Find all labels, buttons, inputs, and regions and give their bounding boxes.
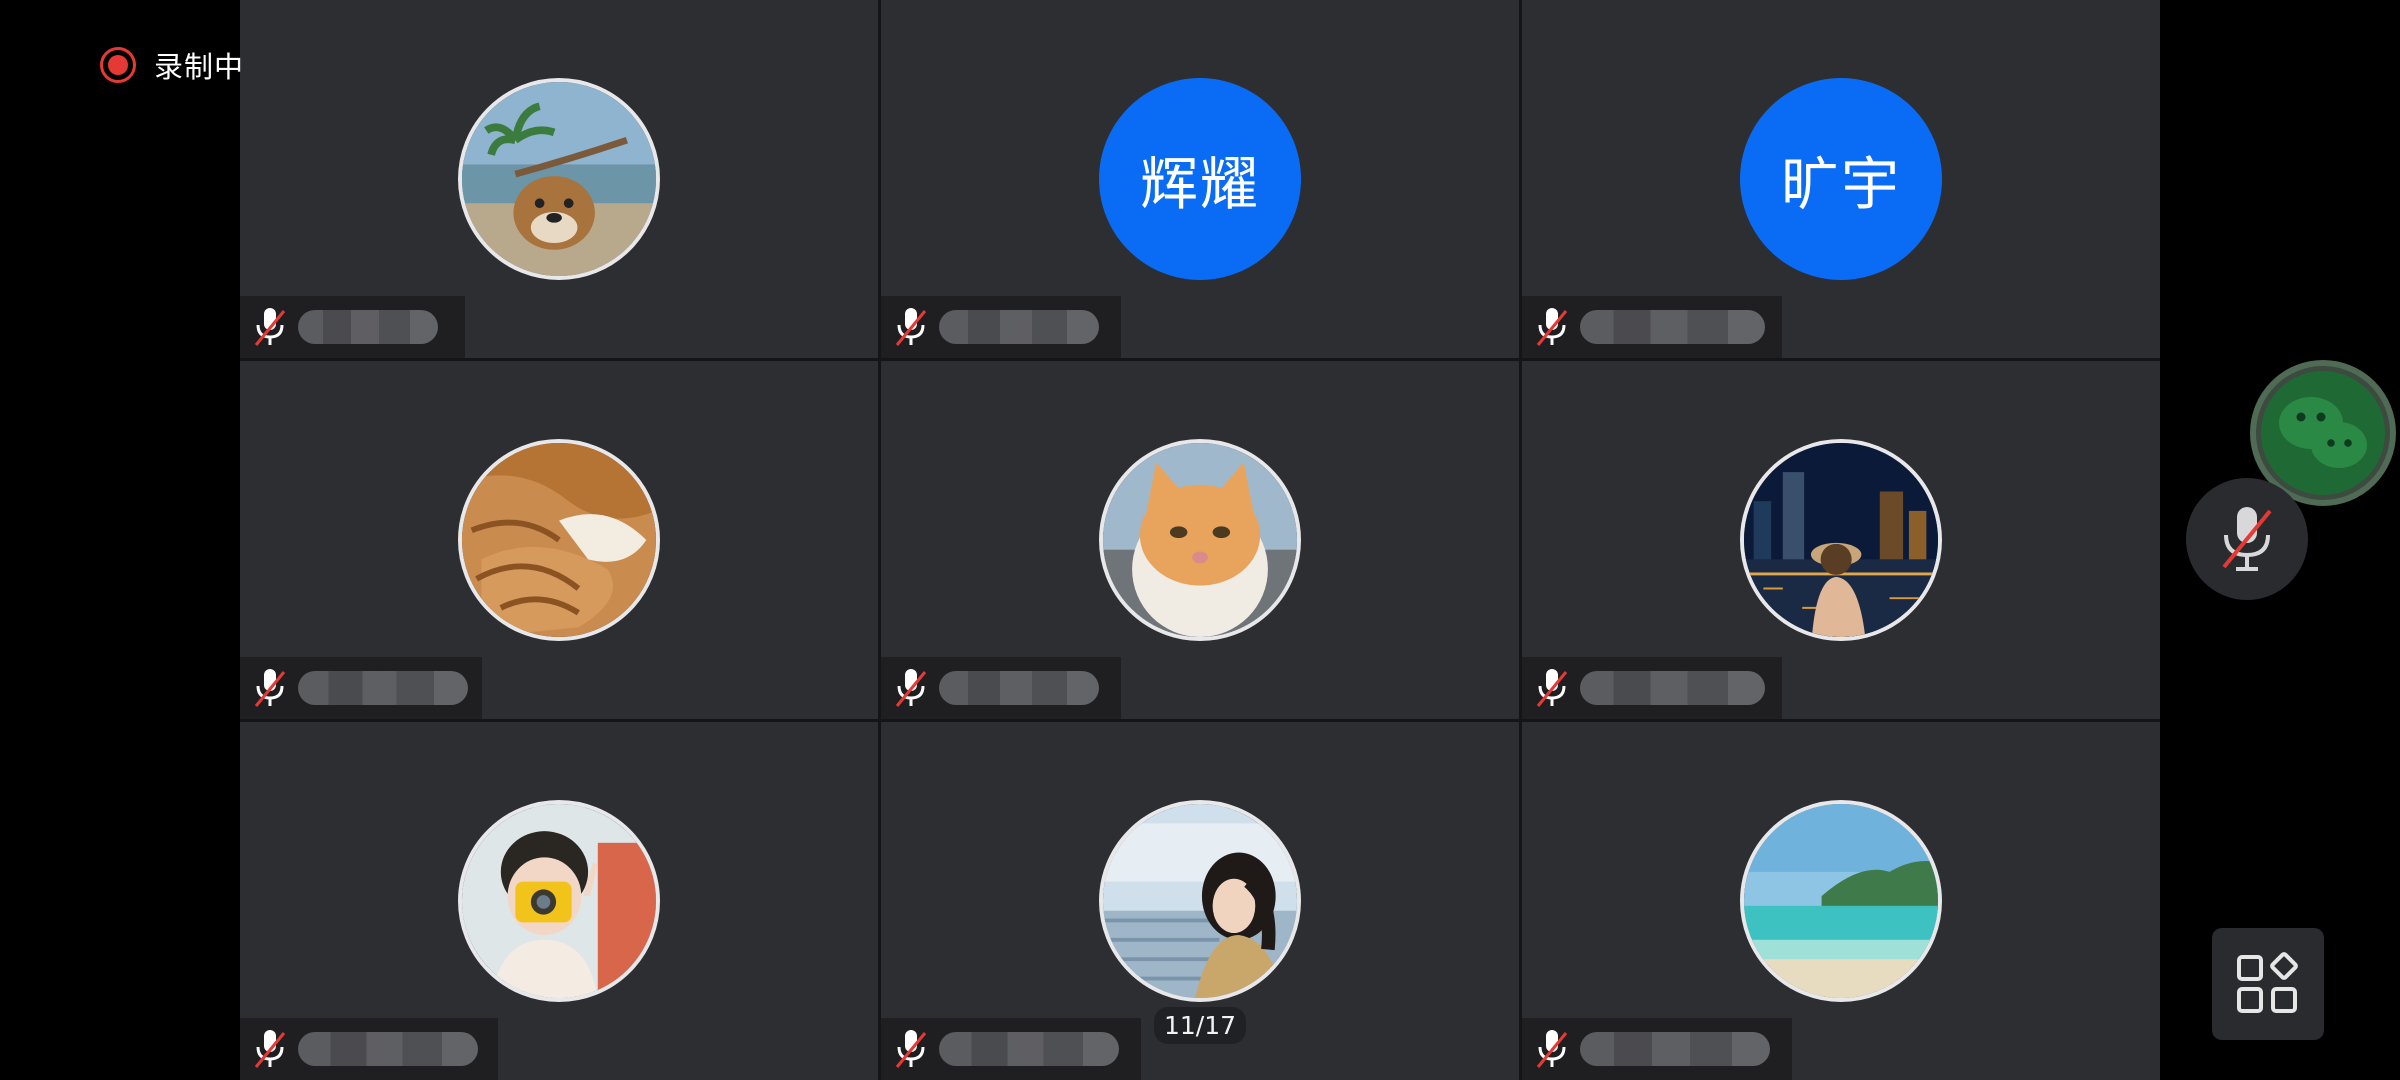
participant-name-blurred [298, 671, 468, 705]
participant-name-bar [881, 1018, 1141, 1080]
night-city-person-icon [1740, 439, 1942, 641]
participant-tile[interactable]: 11/17 [881, 722, 1519, 1080]
record-icon [100, 47, 136, 83]
participant-avatar: 旷宇 [1740, 78, 1942, 280]
participant-name-bar [240, 296, 465, 358]
mic-muted-icon [1536, 308, 1568, 346]
mic-muted-icon [254, 1030, 286, 1068]
participant-avatar: 辉耀 [1099, 78, 1301, 280]
participant-name-blurred [939, 671, 1099, 705]
participant-tile[interactable]: 旷宇 [1522, 0, 2160, 358]
participant-name-blurred [939, 1032, 1119, 1066]
mic-muted-icon [895, 308, 927, 346]
mic-muted-icon [254, 669, 286, 707]
participant-tile[interactable]: 辉耀 [881, 0, 1519, 358]
participant-name-bar [240, 1018, 498, 1080]
mic-muted-icon [895, 1030, 927, 1068]
meeting-screen: 录制中 辉耀 旷宇 11/17 [0, 0, 2400, 1080]
participant-name-blurred [939, 310, 1099, 344]
participant-name-bar [1522, 1018, 1792, 1080]
participant-name-bar [881, 296, 1121, 358]
layout-switch-button[interactable] [2212, 928, 2324, 1040]
participant-name-blurred [298, 310, 438, 344]
mic-muted-icon [1536, 1030, 1568, 1068]
participant-tile[interactable] [1522, 361, 2160, 719]
participant-name-blurred [1580, 310, 1765, 344]
mic-muted-icon [895, 669, 927, 707]
participant-tile[interactable] [240, 361, 878, 719]
girl-stadium-icon [1099, 800, 1301, 1002]
participant-tile[interactable] [240, 722, 878, 1080]
recording-indicator: 录制中 [100, 44, 244, 86]
mic-muted-icon [1536, 669, 1568, 707]
participant-name-blurred [298, 1032, 478, 1066]
recording-label: 录制中 [154, 50, 245, 84]
participant-name-blurred [1580, 671, 1765, 705]
palm-tree-dog-icon [458, 78, 660, 280]
mic-muted-icon [2222, 507, 2272, 571]
participant-tile[interactable] [881, 361, 1519, 719]
participant-name-bar [881, 657, 1121, 719]
participant-tile[interactable] [1522, 722, 2160, 1080]
participant-name-bar [1522, 657, 1782, 719]
mic-toggle-button[interactable] [2186, 478, 2308, 600]
participant-name-blurred [1580, 1032, 1770, 1066]
page-indicator: 11/17 [1153, 1007, 1247, 1044]
participant-tile[interactable] [240, 0, 878, 358]
child-camera-icon [458, 800, 660, 1002]
participant-name-bar [1522, 296, 1782, 358]
beach-icon [1740, 800, 1942, 1002]
wechat-icon [2261, 371, 2385, 495]
participant-name-bar [240, 657, 482, 719]
sleeping-cat-icon [458, 439, 660, 641]
mic-muted-icon [254, 308, 286, 346]
grid-layout-icon [2237, 952, 2298, 1013]
orange-cat-icon [1099, 439, 1301, 641]
participant-grid: 辉耀 旷宇 11/17 [240, 0, 2160, 1080]
